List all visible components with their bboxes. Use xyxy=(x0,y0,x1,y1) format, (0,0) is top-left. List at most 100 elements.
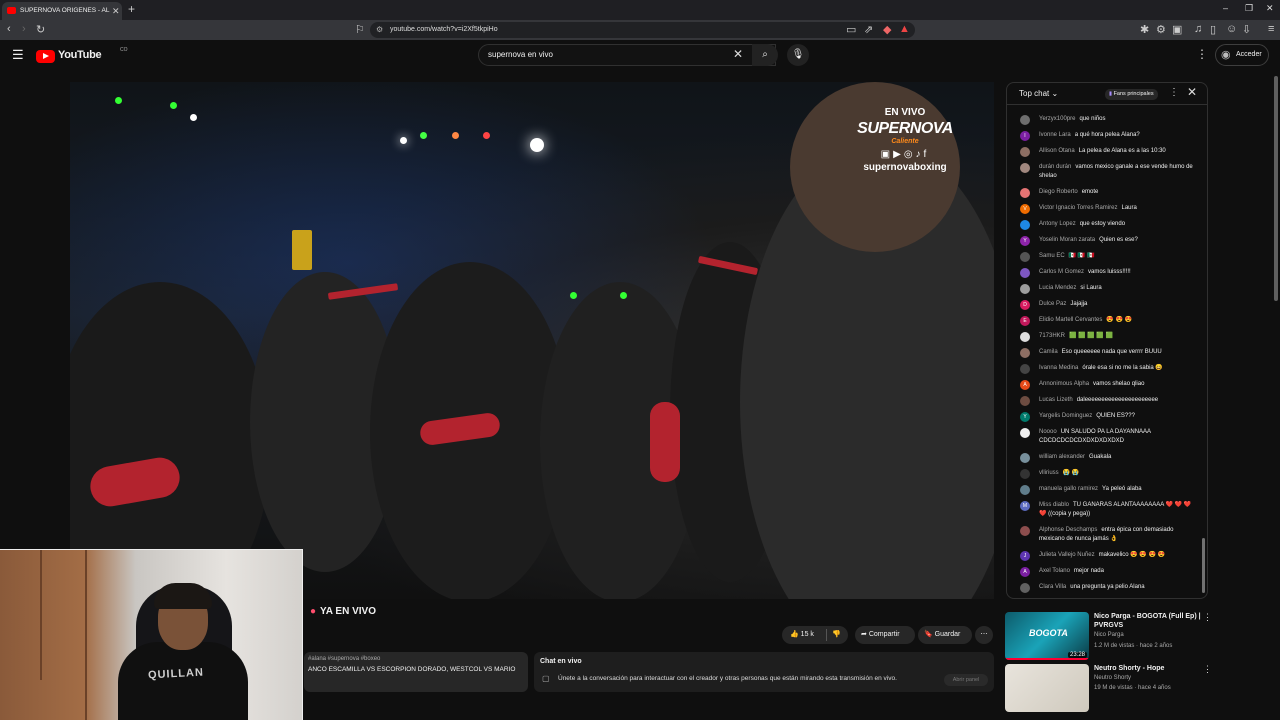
hamburger-menu-icon[interactable]: ☰ xyxy=(12,47,24,63)
chat-author[interactable]: Axel Tolano xyxy=(1039,568,1070,574)
chat-author[interactable]: Miss diablo xyxy=(1039,502,1069,508)
chat-author[interactable]: Camila xyxy=(1039,349,1058,355)
site-info-icon[interactable]: ⚙ xyxy=(376,22,383,38)
voice-search-button[interactable]: 🎙 xyxy=(787,44,809,66)
chat-message[interactable]: Y Yargelis Dominguez QUIEN ES??? xyxy=(1007,412,1203,422)
downloads-icon[interactable]: ⇩ xyxy=(1242,23,1251,36)
chat-author[interactable]: Ivonne Lara xyxy=(1039,132,1071,138)
chat-author[interactable]: Yoselin Moran zarata xyxy=(1039,237,1095,243)
description-box[interactable]: #alana #supernova #boxeo ANCO ESCAMILLA … xyxy=(304,652,528,692)
browser-tab[interactable]: SUPERNOVA ORIGENES - AL ✕ xyxy=(2,2,122,20)
recommended-channel[interactable]: Nico Parga xyxy=(1094,632,1124,638)
bookmark-icon[interactable]: ⚐ xyxy=(355,23,365,36)
avatar[interactable]: I xyxy=(1020,131,1030,141)
chat-message[interactable]: M Miss diablo TU GANARAS ALANTAAAAAAAA ❤️ … xyxy=(1007,501,1203,519)
window-close-icon[interactable]: ✕ xyxy=(1266,3,1274,14)
chat-author[interactable]: Allison Otana xyxy=(1039,148,1075,154)
chat-message[interactable]: Clara Villa una pregunta ya pelio Alana xyxy=(1007,583,1203,593)
chat-author[interactable]: Annonimous Alpha xyxy=(1039,381,1089,387)
brave-shield-icon[interactable]: ◆ xyxy=(883,23,891,36)
puzzle-icon[interactable]: ⚙ xyxy=(1156,23,1166,36)
chat-author[interactable]: 7173HKR xyxy=(1039,333,1065,339)
chat-message[interactable]: vlliriuss 😭 😭 xyxy=(1007,469,1203,479)
avatar[interactable] xyxy=(1020,526,1030,536)
avatar[interactable] xyxy=(1020,268,1030,278)
avatar[interactable] xyxy=(1020,252,1030,262)
share-page-icon[interactable]: ⇗ xyxy=(864,23,873,36)
chat-author[interactable]: Yargelis Dominguez xyxy=(1039,413,1092,419)
page-scrollbar[interactable] xyxy=(1274,76,1278,301)
chat-scrollbar[interactable] xyxy=(1202,538,1205,593)
chat-author[interactable]: Yerzyx100pre xyxy=(1039,116,1075,122)
avatar[interactable]: Y xyxy=(1020,412,1030,422)
chat-message[interactable]: Noooo UN SALUDO PA LA DAYANNAAA CDCDCDCDC… xyxy=(1007,428,1203,446)
chat-message[interactable]: Diego Roberto emote xyxy=(1007,188,1203,198)
avatar[interactable]: D xyxy=(1020,300,1030,310)
chat-author[interactable]: Ivanna Medina xyxy=(1039,365,1078,371)
rewards-icon[interactable]: ▲ xyxy=(899,23,910,35)
chat-author[interactable]: vlliriuss xyxy=(1039,470,1059,476)
chat-message[interactable]: D Dulce Paz Jajajja xyxy=(1007,300,1203,310)
chat-author[interactable]: Diego Roberto xyxy=(1039,189,1078,195)
avatar[interactable] xyxy=(1020,284,1030,294)
avatar[interactable] xyxy=(1020,163,1030,173)
chat-message[interactable]: Ivanna Medina órale esa si no me la sabia… xyxy=(1007,364,1203,374)
restore-icon[interactable]: ❐ xyxy=(1245,3,1253,14)
chat-message[interactable]: I Ivonne Lara a qué hora pelea Alana? xyxy=(1007,131,1203,141)
avatar[interactable] xyxy=(1020,188,1030,198)
chat-message[interactable]: A Axel Tolano mejor nada xyxy=(1007,567,1203,577)
avatar[interactable] xyxy=(1020,220,1030,230)
search-input[interactable]: supernova en vivo xyxy=(478,44,776,66)
media-icon[interactable]: ♫ xyxy=(1194,23,1202,35)
avatar[interactable] xyxy=(1020,364,1030,374)
avatar[interactable]: E xyxy=(1020,316,1030,326)
avatar[interactable] xyxy=(1020,332,1030,342)
clear-search-icon[interactable]: ✕ xyxy=(733,47,743,61)
chat-author[interactable]: durán durán xyxy=(1039,164,1071,170)
chat-message[interactable]: manuela gallo ramirez Ya peleó alaba xyxy=(1007,485,1203,495)
recommended-title[interactable]: Neutro Shorty - Hope xyxy=(1094,664,1202,673)
chat-author[interactable]: Alphonse Deschamps xyxy=(1039,527,1097,533)
fans-chip[interactable]: ▮ Fans principales xyxy=(1105,89,1158,100)
browser-menu-icon[interactable]: ≡ xyxy=(1268,23,1274,35)
chat-author[interactable]: Samu EC xyxy=(1039,253,1065,259)
description-hashtags[interactable]: #alana #supernova #boxeo xyxy=(308,656,524,662)
chat-message[interactable]: J Julieta Vallejo Nuñez makavelico 😍 😍 😍 😍 xyxy=(1007,551,1203,561)
avatar[interactable]: M xyxy=(1020,501,1030,511)
avatar[interactable]: A xyxy=(1020,567,1030,577)
chat-message[interactable]: Samu EC 🇲🇽 🇲🇽 🇲🇽 xyxy=(1007,252,1203,262)
tab-close-icon[interactable]: ✕ xyxy=(112,2,120,20)
chat-author[interactable]: Carlos M Gomez xyxy=(1039,269,1084,275)
chat-message[interactable]: A Annonimous Alpha vamos shelao qliao xyxy=(1007,380,1203,390)
chat-message[interactable]: E Elidio Martell Cervantes 😍 😍 😍 xyxy=(1007,316,1203,326)
chat-message[interactable]: 7173HKR 🟩 🟩 🟩 🟩 🟩 xyxy=(1007,332,1203,342)
chat-message[interactable]: Lucia Mendez si Laura xyxy=(1007,284,1203,294)
recommended-video[interactable]: BOGOTA 23:28 Nico Parga - BOGOTA (Full Ep)… xyxy=(1005,612,1220,660)
profile-icon[interactable]: ☺ xyxy=(1226,23,1237,35)
chat-message[interactable]: Allison Otana La pelea de Alana es a las … xyxy=(1007,147,1203,157)
chat-author[interactable]: manuela gallo ramirez xyxy=(1039,486,1098,492)
chat-message[interactable]: william alexander Guakala xyxy=(1007,453,1203,463)
chat-author[interactable]: Lucia Mendez xyxy=(1039,285,1076,291)
avatar[interactable]: J xyxy=(1020,551,1030,561)
avatar[interactable] xyxy=(1020,469,1030,479)
settings-more-icon[interactable]: ⋮ xyxy=(1196,47,1208,61)
avatar[interactable] xyxy=(1020,115,1030,125)
video-thumbnail[interactable]: BOGOTA 23:28 xyxy=(1005,612,1089,660)
chat-author[interactable]: Elidio Martell Cervantes xyxy=(1039,317,1102,323)
share-button[interactable]: ➦ Compartir xyxy=(855,626,915,644)
address-bar[interactable]: ⚙ youtube.com/watch?v=i2Xf5tkpiHo xyxy=(370,22,915,38)
recommended-title[interactable]: Nico Parga - BOGOTA (Full Ep) | PVRGVS xyxy=(1094,612,1202,630)
chat-message[interactable]: Alphonse Deschamps entra épica con demasi… xyxy=(1007,526,1203,544)
reload-icon[interactable]: ↻ xyxy=(36,23,45,36)
chat-message[interactable]: V Victor Ignacio Torres Ramirez Laura xyxy=(1007,204,1203,214)
like-button[interactable]: 👍 15 k 👎 xyxy=(782,626,848,644)
chat-author[interactable]: Victor Ignacio Torres Ramirez xyxy=(1039,205,1117,211)
back-icon[interactable]: ‹ xyxy=(7,23,11,35)
chat-author[interactable]: Clara Villa xyxy=(1039,584,1066,590)
chat-author[interactable]: Julieta Vallejo Nuñez xyxy=(1039,552,1095,558)
chat-mode-dropdown[interactable]: Top chat ⌄ xyxy=(1019,89,1058,98)
chat-author[interactable]: william alexander xyxy=(1039,454,1085,460)
chat-message[interactable]: Antony Lopez que estoy viendo xyxy=(1007,220,1203,230)
chat-close-icon[interactable]: ✕ xyxy=(1187,85,1197,99)
